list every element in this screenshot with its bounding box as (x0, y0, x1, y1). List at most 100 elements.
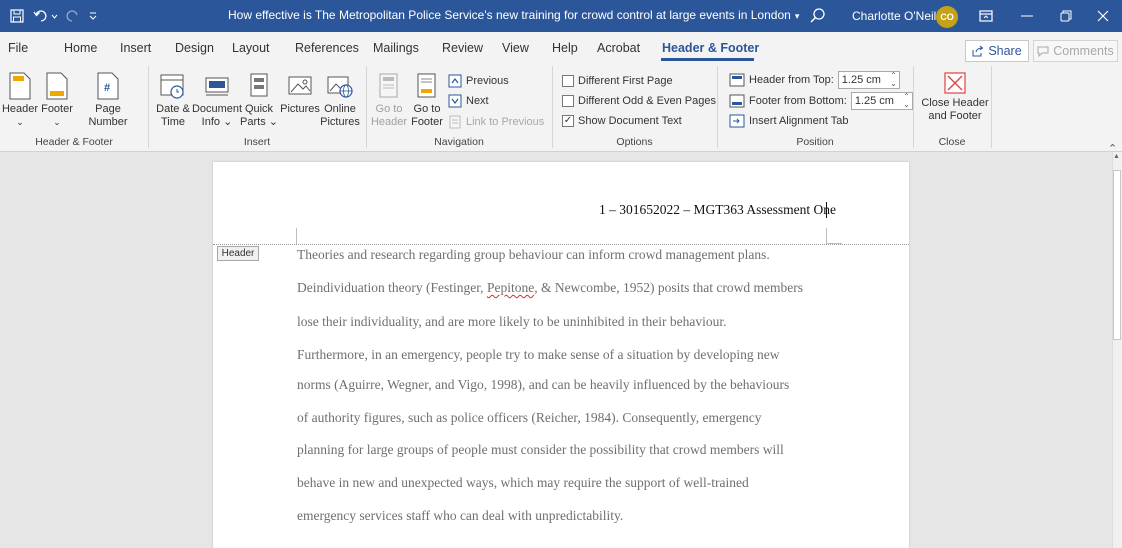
page-number-label-1: Page (95, 103, 121, 115)
go-to-footer-icon (417, 73, 436, 98)
active-tab-indicator (661, 58, 754, 61)
save-icon[interactable] (6, 0, 28, 32)
different-odd-even-label: Different Odd & Even Pages (578, 95, 716, 107)
tab-home[interactable]: Home (64, 41, 97, 55)
body-text-line: Furthermore, in an emergency, people try… (297, 347, 780, 362)
checkbox-box (562, 75, 574, 87)
scrollbar-thumb[interactable] (1113, 170, 1121, 340)
group-label-insert: Insert (243, 136, 271, 148)
pictures-label: Pictures (280, 103, 320, 115)
title-bar: How effective is The Metropolitan Police… (0, 0, 1122, 32)
chevron-down-icon: ▾ (794, 11, 800, 21)
restore-icon[interactable] (1047, 0, 1085, 32)
next-label: Next (466, 95, 489, 107)
link-to-previous-button[interactable]: Link to Previous (448, 114, 544, 130)
tab-design[interactable]: Design (175, 41, 214, 55)
spinner-arrows-icon[interactable]: ⌃ ⌄ (903, 93, 910, 109)
online-pictures-button[interactable]: Online Pictures (320, 72, 360, 129)
body-text-line: norms (Aguirre, Wegner, and Vigo, 1998),… (297, 377, 790, 392)
tab-acrobat[interactable]: Acrobat (597, 41, 640, 55)
pictures-button[interactable]: Pictures (279, 72, 321, 116)
svg-text:#: # (104, 82, 110, 94)
group-label-navigation: Navigation (434, 136, 484, 148)
previous-button[interactable]: Previous (448, 73, 509, 89)
header-text[interactable]: 1 – 301652022 – MGT363 Assessment One (599, 202, 836, 218)
crop-mark (826, 228, 827, 244)
tab-review[interactable]: Review (442, 41, 483, 55)
page-number-button[interactable]: # Page Number (82, 72, 134, 129)
show-document-text-checkbox[interactable]: ✓ Show Document Text (562, 113, 682, 129)
body-text-line: of authority figures, such as police off… (297, 410, 762, 425)
tab-header-footer[interactable]: Header & Footer (662, 41, 759, 55)
customize-toolbar-icon[interactable] (86, 0, 100, 32)
next-button[interactable]: Next (448, 93, 489, 109)
date-time-label-1: Date & (156, 103, 190, 115)
footer-page-icon (46, 72, 68, 100)
document-info-button[interactable]: Document Info ⌄ (192, 72, 242, 129)
search-icon[interactable] (808, 6, 828, 26)
undo-icon[interactable] (31, 0, 61, 32)
different-first-page-checkbox[interactable]: Different First Page (562, 73, 673, 89)
group-label-options: Options (616, 136, 653, 148)
online-pictures-icon (327, 76, 353, 98)
go-to-header-button[interactable]: Go to Header (371, 72, 407, 129)
go-to-footer-button[interactable]: Go to Footer (409, 72, 445, 129)
page-number-icon: # (97, 72, 119, 100)
page-number-label-2: Number (88, 116, 128, 128)
scroll-up-icon[interactable]: ▲ (1113, 153, 1120, 160)
footer-from-bottom-spinner[interactable]: 1.25 cm ⌃ ⌄ (850, 92, 913, 110)
tab-help[interactable]: Help (552, 41, 578, 55)
quick-parts-button[interactable]: Quick Parts ⌄ (240, 72, 278, 129)
ribbon-tab-bar: File Home Insert Design Layout Reference… (0, 32, 1122, 62)
tab-mailings[interactable]: Mailings (373, 41, 419, 55)
tab-file[interactable]: File (8, 41, 28, 55)
avatar[interactable]: CO (936, 6, 958, 28)
previous-label: Previous (466, 75, 509, 87)
tab-references[interactable]: References (295, 41, 359, 55)
header-page-icon (9, 72, 31, 100)
header-from-top-label: Header from Top: (749, 74, 834, 86)
date-time-label-2: Time (160, 116, 186, 128)
header-from-top-spinner[interactable]: 1.25 cm ⌃ ⌄ (837, 71, 900, 89)
group-divider (991, 66, 992, 148)
chevron-down-icon: ⌄ (53, 117, 61, 127)
go-to-header-icon (379, 73, 398, 98)
close-box-icon (944, 72, 966, 94)
comment-icon (1037, 46, 1049, 57)
alignment-tab-icon (729, 114, 745, 128)
share-button[interactable]: Share (965, 40, 1029, 62)
checkbox-box (562, 95, 574, 107)
different-odd-even-checkbox[interactable]: Different Odd & Even Pages (562, 93, 716, 109)
close-header-label-1: Close Header (921, 97, 989, 109)
user-name[interactable]: Charlotte O'Neill (852, 9, 939, 23)
ribbon-display-options-icon[interactable] (967, 0, 1005, 32)
group-label-position: Position (796, 136, 834, 148)
minimize-icon[interactable] (1008, 0, 1046, 32)
go-to-footer-label-2: Footer (411, 116, 443, 128)
calendar-clock-icon (160, 74, 184, 99)
quick-parts-icon (250, 73, 268, 97)
footer-label: Footer (41, 103, 73, 115)
footer-from-bottom-label: Footer from Bottom: (749, 95, 847, 107)
footer-button[interactable]: Footer ⌄ (40, 72, 74, 129)
share-icon (972, 45, 984, 57)
header-boundary-line (213, 244, 909, 245)
tab-layout[interactable]: Layout (232, 41, 270, 55)
comments-button[interactable]: Comments (1033, 40, 1118, 62)
body-text-line: lose their individuality, and are more l… (297, 314, 727, 329)
tab-view[interactable]: View (502, 41, 529, 55)
close-header-footer-button[interactable]: Close Header and Footer (920, 72, 990, 123)
document-info-label-2: Info ⌄ (201, 116, 233, 128)
comments-label: Comments (1053, 44, 1114, 58)
header-button[interactable]: Header ⌄ (2, 72, 38, 129)
close-icon[interactable] (1084, 0, 1122, 32)
date-time-button[interactable]: Date & Time (153, 72, 193, 129)
redo-icon[interactable] (64, 0, 82, 32)
tab-insert[interactable]: Insert (120, 41, 151, 55)
text-cursor (826, 202, 827, 218)
crop-mark (296, 228, 297, 244)
spinner-arrows-icon[interactable]: ⌃ ⌄ (890, 72, 897, 88)
close-header-label-2: and Footer (928, 110, 982, 122)
insert-alignment-tab-button[interactable]: Insert Alignment Tab (729, 113, 848, 129)
document-title[interactable]: How effective is The Metropolitan Police… (228, 8, 799, 22)
